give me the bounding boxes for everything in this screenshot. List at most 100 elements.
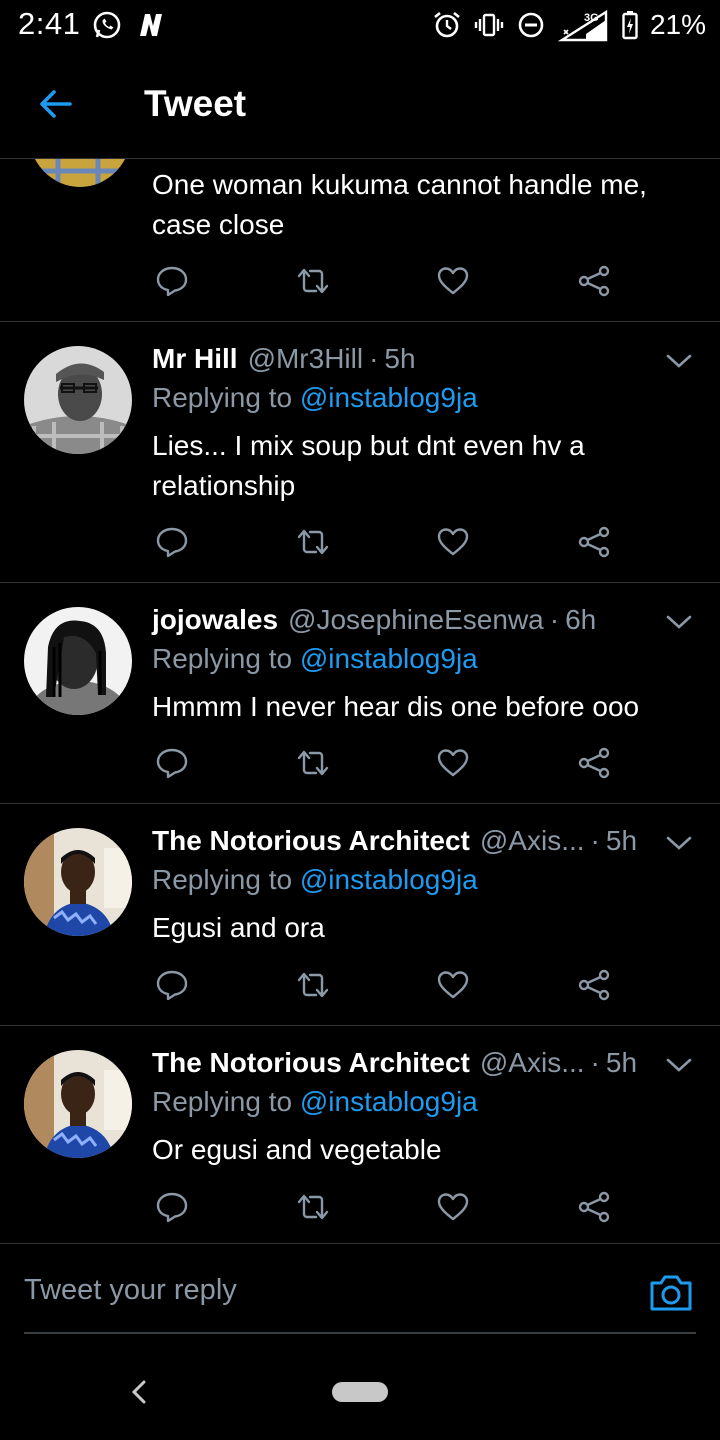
avatar[interactable] [28, 159, 132, 187]
retweet-icon [297, 750, 329, 776]
tweet-header: Mr Hill @Mr3Hill · 5h [152, 343, 416, 375]
tweet-actions [152, 743, 632, 783]
retweet-button[interactable] [293, 522, 333, 562]
tweet-menu-button[interactable] [662, 344, 696, 378]
nav-back-button[interactable] [126, 1377, 152, 1407]
like-button[interactable] [433, 1187, 473, 1227]
tweet-time: 5h [605, 825, 638, 856]
author-handle[interactable]: @Mr3Hill [248, 343, 364, 375]
like-button[interactable] [433, 965, 473, 1005]
share-button[interactable] [574, 743, 614, 783]
tweet[interactable]: The Notorious Architect @Axis... · 5h Re… [0, 1026, 720, 1243]
reply-button[interactable] [152, 965, 192, 1005]
tweet-partial[interactable]: One woman kukuma cannot handle me, case … [0, 159, 720, 322]
tweet-actions [152, 965, 632, 1005]
heart-icon [437, 1193, 469, 1221]
retweet-button[interactable] [293, 743, 333, 783]
arrow-left-icon [40, 90, 72, 118]
whatsapp-icon [93, 11, 121, 39]
tweet-actions [152, 522, 632, 562]
nav-home-pill[interactable] [332, 1382, 388, 1402]
tweet[interactable]: jojowales @JosephineEsenwa · 6h Replying… [0, 583, 720, 804]
avatar[interactable] [24, 1050, 132, 1158]
reply-icon [156, 1192, 188, 1223]
network-type: 3G [584, 12, 599, 24]
author-name[interactable]: The Notorious Architect [152, 1047, 470, 1079]
like-button[interactable] [433, 743, 473, 783]
tweet-actions [152, 261, 632, 301]
chevron-down-icon [666, 354, 692, 368]
heart-icon [437, 749, 469, 777]
system-nav-bar [0, 1345, 720, 1440]
retweet-button[interactable] [293, 1187, 333, 1227]
chevron-down-icon [666, 1058, 692, 1072]
avatar[interactable] [24, 346, 132, 454]
share-icon [578, 747, 610, 779]
n-notification-icon [140, 14, 162, 36]
alarm-icon [434, 11, 460, 38]
back-button[interactable] [30, 78, 82, 130]
author-handle[interactable]: @Axis... [480, 1047, 585, 1079]
retweet-icon [297, 972, 329, 998]
mention-link[interactable]: @instablog9ja [300, 643, 478, 674]
avatar[interactable] [24, 607, 132, 715]
tweet-time: 5h [384, 343, 416, 374]
avatar[interactable] [24, 828, 132, 936]
retweet-button[interactable] [293, 261, 333, 301]
retweet-icon [297, 268, 329, 294]
tweet-menu-button[interactable] [662, 605, 696, 639]
camera-icon [650, 1275, 692, 1311]
chevron-down-icon [666, 836, 692, 850]
author-handle[interactable]: @JosephineEsenwa [288, 604, 544, 636]
camera-button[interactable] [648, 1272, 694, 1314]
share-icon [578, 969, 610, 1001]
replies-feed[interactable]: One woman kukuma cannot handle me, case … [0, 159, 720, 1243]
share-button[interactable] [574, 965, 614, 1005]
tweet-header: The Notorious Architect @Axis... · 5h [152, 1047, 638, 1079]
reply-icon [156, 970, 188, 1001]
tweet-text: Lies... I mix soup but dnt even hv a rel… [152, 430, 585, 501]
replying-to: Replying to @instablog9ja [152, 643, 478, 674]
reply-input[interactable] [24, 1274, 584, 1307]
chevron-down-icon [666, 615, 692, 629]
like-button[interactable] [433, 261, 473, 301]
mention-link[interactable]: @instablog9ja [300, 1086, 478, 1117]
battery-charging-icon [622, 11, 638, 40]
share-button[interactable] [574, 522, 614, 562]
tweet[interactable]: Mr Hill @Mr3Hill · 5h Replying to @insta… [0, 322, 720, 583]
tweet-header: The Notorious Architect @Axis... · 5h [152, 825, 638, 857]
replying-to: Replying to @instablog9ja [152, 382, 478, 413]
heart-icon [437, 267, 469, 295]
author-name[interactable]: The Notorious Architect [152, 825, 470, 857]
share-icon [578, 1191, 610, 1223]
heart-icon [437, 971, 469, 999]
mention-link[interactable]: @instablog9ja [300, 864, 478, 895]
reply-button[interactable] [152, 261, 192, 301]
reply-icon [156, 266, 188, 297]
mention-link[interactable]: @instablog9ja [300, 382, 478, 413]
share-button[interactable] [574, 261, 614, 301]
tweet-actions [152, 1187, 632, 1227]
tweet-menu-button[interactable] [662, 1048, 696, 1082]
author-name[interactable]: Mr Hill [152, 343, 238, 375]
tweet-time: 5h [605, 1047, 638, 1078]
replying-to: Replying to @instablog9ja [152, 1086, 478, 1117]
battery-percentage: 21% [649, 9, 706, 40]
signal-icon: 3G [557, 9, 608, 42]
reply-button[interactable] [152, 522, 192, 562]
like-button[interactable] [433, 522, 473, 562]
chevron-left-icon [131, 1380, 146, 1404]
retweet-button[interactable] [293, 965, 333, 1005]
tweet[interactable]: The Notorious Architect @Axis... · 5h Re… [0, 804, 720, 1026]
reply-button[interactable] [152, 1187, 192, 1227]
retweet-icon [297, 529, 329, 555]
share-button[interactable] [574, 1187, 614, 1227]
author-handle[interactable]: @Axis... [480, 825, 585, 857]
reply-button[interactable] [152, 743, 192, 783]
tweet-header: jojowales @JosephineEsenwa · 6h [152, 604, 597, 636]
tweet-menu-button[interactable] [662, 826, 696, 860]
author-name[interactable]: jojowales [152, 604, 278, 636]
tweet-time: 6h [565, 604, 597, 635]
reply-icon [156, 748, 188, 779]
page-title: Tweet [144, 83, 247, 124]
